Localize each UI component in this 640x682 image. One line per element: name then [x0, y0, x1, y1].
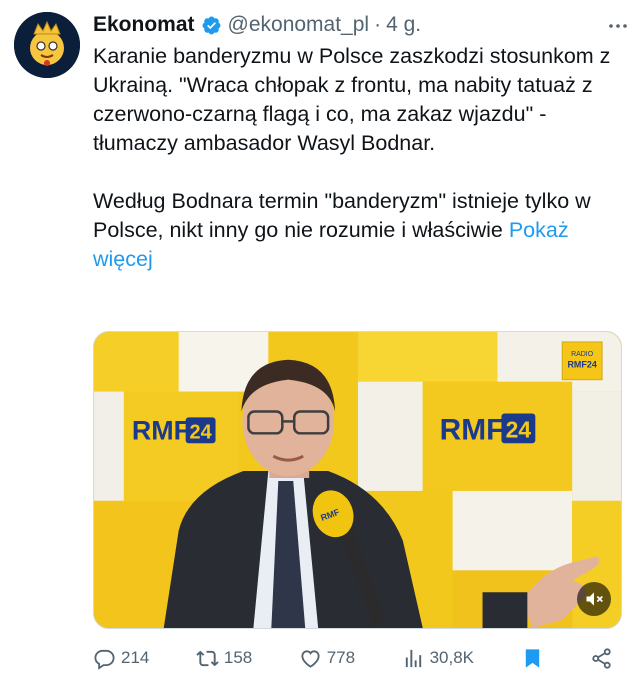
mute-icon[interactable] [577, 582, 611, 616]
views-icon [405, 649, 421, 667]
views-button[interactable]: 30,8K [402, 647, 474, 670]
like-button[interactable]: 778 [299, 647, 355, 670]
share-icon [592, 647, 611, 669]
logo-right-number: 24 [506, 416, 532, 442]
logo-left-text: RMF [132, 415, 190, 445]
verified-badge-icon [201, 15, 222, 36]
bookmark-icon [525, 648, 539, 668]
post-paragraph-2: Według Bodnara termin "banderyzm" istnie… [93, 187, 623, 274]
repost-icon [196, 650, 219, 666]
like-count: 778 [326, 648, 356, 667]
avatar-image [14, 12, 80, 78]
reply-icon [94, 649, 115, 670]
small-logo-top: RADIO [571, 351, 594, 358]
repost-count: 158 [223, 648, 253, 667]
post-header: Ekonomat @ekonomat_pl · 4 g. [93, 10, 421, 40]
logo-left-number: 24 [190, 421, 212, 443]
logo-right-text: RMF [440, 413, 505, 446]
more-icon[interactable] [606, 14, 630, 38]
post-paragraph-1: Karanie banderyzmu w Polsce zaszkodzi st… [93, 44, 617, 155]
post-video[interactable]: RADIO RMF24 RMF 24 RMF 24 RMF [93, 331, 622, 629]
bookmark-button[interactable] [521, 647, 544, 670]
author-name[interactable]: Ekonomat [93, 13, 195, 37]
avatar[interactable] [14, 12, 80, 78]
reply-button[interactable]: 214 [93, 647, 149, 670]
share-button[interactable] [590, 647, 613, 670]
post-time[interactable]: 4 g. [386, 13, 421, 37]
repost-button[interactable]: 158 [196, 647, 252, 670]
video-frame: RADIO RMF24 RMF 24 RMF 24 RMF [94, 332, 621, 628]
author-handle[interactable]: @ekonomat_pl [228, 13, 370, 37]
reply-count: 214 [121, 648, 150, 667]
separator: · [374, 13, 382, 36]
post-text: Karanie banderyzmu w Polsce zaszkodzi st… [93, 42, 623, 274]
action-bar: 214 158 778 30,8K [93, 642, 613, 674]
like-icon [301, 649, 320, 668]
small-logo-bottom: RMF24 [567, 360, 596, 370]
views-count: 30,8K [429, 648, 475, 667]
